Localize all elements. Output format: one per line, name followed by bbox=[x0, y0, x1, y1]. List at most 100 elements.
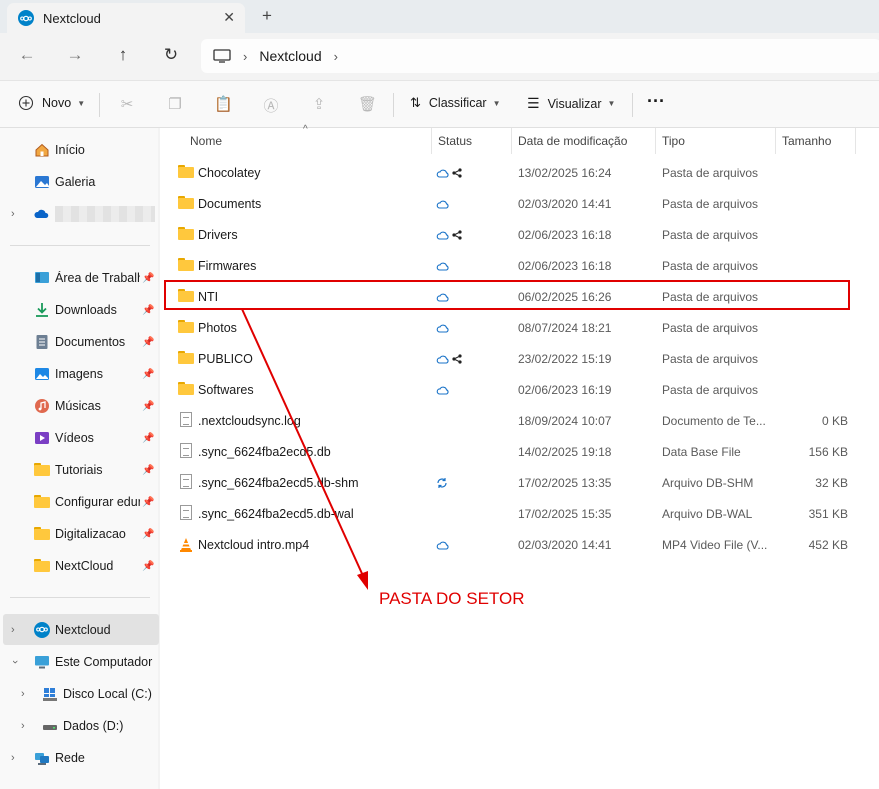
cloud-icon bbox=[436, 355, 449, 364]
sidebar-item-drive-c[interactable]: › Disco Local (C:) bbox=[0, 681, 158, 707]
file-name: Softwares bbox=[198, 383, 254, 397]
file-icon bbox=[178, 412, 194, 427]
file-type: Pasta de arquivos bbox=[662, 197, 759, 211]
close-tab-icon[interactable]: ✕ bbox=[223, 9, 235, 26]
sidebar-item-videos[interactable]: Vídeos 📌 bbox=[0, 425, 158, 451]
file-row[interactable]: .nextcloudsync.log 18/09/2024 10:07 Docume… bbox=[160, 405, 879, 436]
file-row[interactable]: .sync_6624fba2ecd5.db-wal 17/02/2025 15:3… bbox=[160, 498, 879, 529]
back-arrow-icon[interactable]: ← bbox=[16, 45, 38, 65]
file-date: 02/03/2020 14:41 bbox=[518, 197, 612, 211]
file-row[interactable]: .sync_6624fba2ecd5.db 14/02/2025 19:18 Dat… bbox=[160, 436, 879, 467]
pin-icon[interactable]: 📌 bbox=[142, 465, 154, 476]
cut-icon[interactable]: ✂ bbox=[118, 95, 136, 113]
expand-chevron-icon[interactable]: › bbox=[11, 624, 15, 636]
file-row[interactable]: Chocolatey 13/02/2025 16:24 Pasta de arqui… bbox=[160, 157, 879, 188]
sidebar-item-network[interactable]: › Rede bbox=[0, 745, 158, 771]
file-row[interactable]: Firmwares 02/06/2023 16:18 Pasta de arquiv… bbox=[160, 250, 879, 281]
rename-icon[interactable]: Ⓐ bbox=[262, 95, 280, 115]
divider bbox=[393, 93, 394, 117]
sidebar-item-configurar[interactable]: Configurar edur 📌 bbox=[0, 489, 158, 515]
sidebar-item-downloads[interactable]: Downloads 📌 bbox=[0, 297, 158, 323]
sidebar-item-nextcloud-pinned[interactable]: NextCloud 📌 bbox=[0, 553, 158, 579]
sidebar-item-nextcloud[interactable]: › Nextcloud bbox=[3, 614, 159, 645]
breadcrumb-nextcloud[interactable]: Nextcloud bbox=[259, 48, 321, 64]
pin-icon[interactable]: 📌 bbox=[142, 305, 154, 316]
file-icon bbox=[178, 505, 194, 520]
file-row[interactable]: Softwares 02/06/2023 16:19 Pasta de arquiv… bbox=[160, 374, 879, 405]
column-type[interactable]: Tipo bbox=[662, 134, 685, 148]
file-name: Nextcloud intro.mp4 bbox=[198, 538, 310, 552]
sidebar-item-pictures[interactable]: Imagens 📌 bbox=[0, 361, 158, 387]
column-name[interactable]: Nome bbox=[190, 134, 222, 148]
sidebar-item-tutoriais[interactable]: Tutoriais 📌 bbox=[0, 457, 158, 483]
file-type: Arquivo DB-WAL bbox=[662, 507, 753, 521]
refresh-icon[interactable]: ↻ bbox=[160, 45, 182, 65]
file-row[interactable]: Photos 08/07/2024 18:21 Pasta de arquivos bbox=[160, 312, 879, 343]
pin-icon[interactable]: 📌 bbox=[142, 561, 154, 572]
up-arrow-icon[interactable]: ↑ bbox=[112, 45, 134, 65]
breadcrumb-separator[interactable]: › bbox=[334, 49, 338, 64]
sidebar-item-home[interactable]: Início bbox=[0, 137, 158, 163]
address-bar[interactable]: › Nextcloud › bbox=[201, 39, 879, 73]
pin-icon[interactable]: 📌 bbox=[142, 369, 154, 380]
forward-arrow-icon[interactable]: → bbox=[64, 45, 86, 65]
divider bbox=[99, 93, 100, 117]
column-status[interactable]: Status bbox=[438, 134, 472, 148]
sidebar-item-documents[interactable]: Documentos 📌 bbox=[0, 329, 158, 355]
sidebar-item-drive-d[interactable]: › Dados (D:) bbox=[0, 713, 158, 739]
pin-icon[interactable]: 📌 bbox=[142, 529, 154, 540]
expand-chevron-icon[interactable]: › bbox=[11, 208, 15, 220]
pin-icon[interactable]: 📌 bbox=[142, 401, 154, 412]
new-button[interactable]: Novo ▼ bbox=[18, 95, 85, 111]
view-button[interactable]: ☰ Visualizar ▼ bbox=[527, 95, 615, 112]
file-row[interactable]: Documents 02/03/2020 14:41 Pasta de arquiv… bbox=[160, 188, 879, 219]
pin-icon[interactable]: 📌 bbox=[142, 497, 154, 508]
column-divider[interactable] bbox=[431, 128, 432, 154]
new-tab-button[interactable]: + bbox=[262, 6, 272, 26]
share-icon[interactable]: ⇪ bbox=[310, 95, 328, 113]
sidebar-item-gallery[interactable]: Galeria bbox=[0, 169, 158, 195]
copy-icon[interactable]: ❐ bbox=[166, 95, 184, 113]
pin-icon[interactable]: 📌 bbox=[142, 337, 154, 348]
more-options-icon[interactable]: ··· bbox=[647, 91, 665, 112]
column-size[interactable]: Tamanho bbox=[782, 134, 831, 148]
expand-chevron-icon[interactable]: › bbox=[21, 688, 25, 700]
sidebar-item-label: Downloads bbox=[55, 303, 117, 317]
file-name: .nextcloudsync.log bbox=[198, 414, 301, 428]
tab-nextcloud[interactable]: Nextcloud ✕ bbox=[7, 3, 245, 33]
column-date[interactable]: Data de modificação bbox=[518, 134, 627, 148]
file-type: Pasta de arquivos bbox=[662, 383, 759, 397]
sidebar-item-digitalizacao[interactable]: Digitalizacao 📌 bbox=[0, 521, 158, 547]
sidebar-item-this-pc[interactable]: › Este Computador bbox=[0, 649, 158, 675]
sidebar-item-desktop[interactable]: Área de Trabalho 📌 bbox=[0, 265, 158, 291]
file-row[interactable]: Drivers 02/06/2023 16:18 Pasta de arquivos bbox=[160, 219, 879, 250]
expand-chevron-icon[interactable]: › bbox=[21, 720, 25, 732]
sidebar-item-music[interactable]: Músicas 📌 bbox=[0, 393, 158, 419]
chevron-down-icon: ▼ bbox=[607, 99, 616, 108]
column-divider[interactable] bbox=[855, 128, 856, 154]
gallery-icon bbox=[35, 176, 49, 188]
column-divider[interactable] bbox=[775, 128, 776, 154]
collapse-chevron-icon[interactable]: › bbox=[9, 660, 21, 664]
folder-icon bbox=[34, 495, 50, 511]
nextcloud-logo-icon bbox=[18, 10, 34, 26]
expand-chevron-icon[interactable]: › bbox=[11, 752, 15, 764]
sort-button[interactable]: ⇅ Classificar ▼ bbox=[410, 95, 500, 111]
sidebar-item-onedrive[interactable]: › bbox=[0, 201, 158, 227]
sync-status bbox=[436, 383, 450, 397]
file-row[interactable]: PUBLICO 23/02/2022 15:19 Pasta de arquivos bbox=[160, 343, 879, 374]
folder-icon bbox=[178, 382, 194, 396]
file-row[interactable]: Nextcloud intro.mp4 02/03/2020 14:41 MP4 V… bbox=[160, 529, 879, 560]
sync-status bbox=[436, 228, 462, 242]
pin-icon[interactable]: 📌 bbox=[142, 273, 154, 284]
file-name: Chocolatey bbox=[198, 166, 261, 180]
column-divider[interactable] bbox=[511, 128, 512, 154]
paste-icon[interactable]: 📋 bbox=[214, 95, 233, 113]
file-row[interactable]: .sync_6624fba2ecd5.db-shm 17/02/2025 13:3… bbox=[160, 467, 879, 498]
pin-icon[interactable]: 📌 bbox=[142, 433, 154, 444]
highlight-box bbox=[164, 280, 850, 310]
file-icon bbox=[178, 474, 194, 489]
column-divider[interactable] bbox=[655, 128, 656, 154]
file-date: 23/02/2022 15:19 bbox=[518, 352, 612, 366]
delete-icon[interactable]: 🗑 bbox=[358, 95, 377, 113]
